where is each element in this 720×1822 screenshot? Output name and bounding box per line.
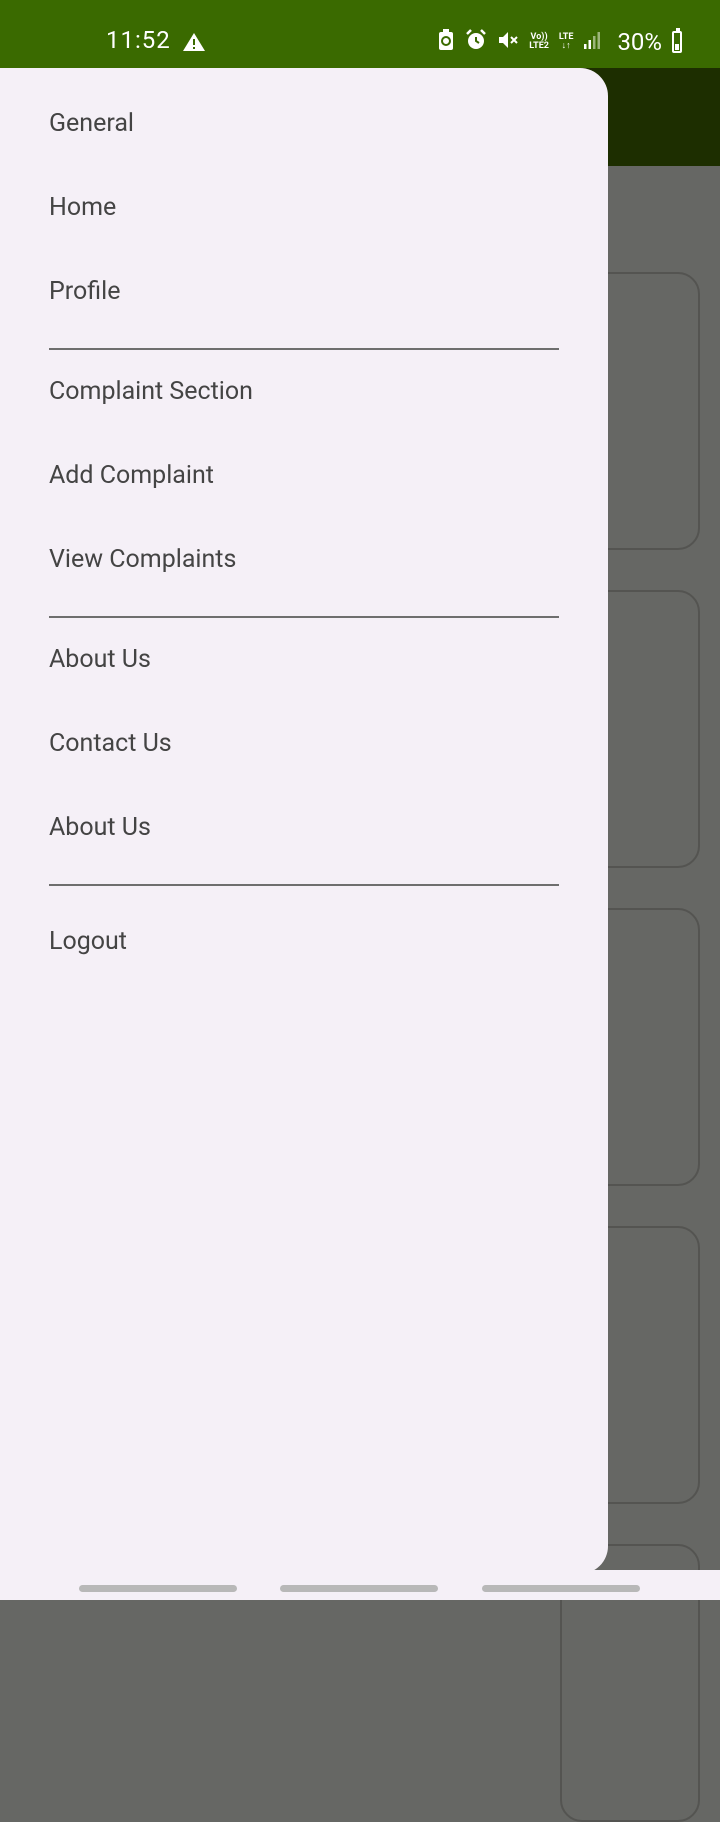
menu-item-contact-us[interactable]: Contact Us [49,729,172,758]
volte-indicator: Vo)) LTE2 [529,33,549,51]
battery-percent: 30% [617,28,662,56]
nav-home-pill[interactable] [280,1585,438,1592]
menu-item-logout[interactable]: Logout [49,927,127,956]
menu-item-view-complaints[interactable]: View Complaints [49,545,236,574]
menu-divider [49,616,559,618]
battery-icon [672,28,682,53]
menu-item-about-us[interactable]: About Us [49,645,151,674]
navigation-drawer: General Home Profile Complaint Section A… [0,68,608,1574]
battery-saver-icon [437,29,455,55]
menu-item-complaint-section[interactable]: Complaint Section [49,377,253,406]
lte-indicator: LTE ↓↑ [559,33,574,51]
status-time: 11:52 [106,26,171,54]
menu-item-add-complaint[interactable]: Add Complaint [49,461,214,490]
system-nav-bar [0,1570,720,1600]
nav-back-pill[interactable] [482,1585,640,1592]
signal-icon [583,31,601,53]
menu-divider [49,884,559,886]
menu-item-general[interactable]: General [49,109,134,138]
warning-icon [182,32,206,56]
menu-item-about-us-2[interactable]: About Us [49,813,151,842]
menu-item-profile[interactable]: Profile [49,277,120,306]
data-arrows-icon: ↓↑ [561,41,571,51]
menu-item-home[interactable]: Home [49,193,116,222]
status-icons: Vo)) LTE2 LTE ↓↑ 30% [437,28,682,56]
alarm-icon [465,29,487,55]
mute-icon [497,29,519,55]
lte2-label: LTE2 [529,41,549,51]
menu-divider [49,348,559,350]
nav-recents-pill[interactable] [79,1585,237,1592]
status-bar: 11:52 Vo)) LTE2 LTE ↓↑ 30% [0,0,720,68]
